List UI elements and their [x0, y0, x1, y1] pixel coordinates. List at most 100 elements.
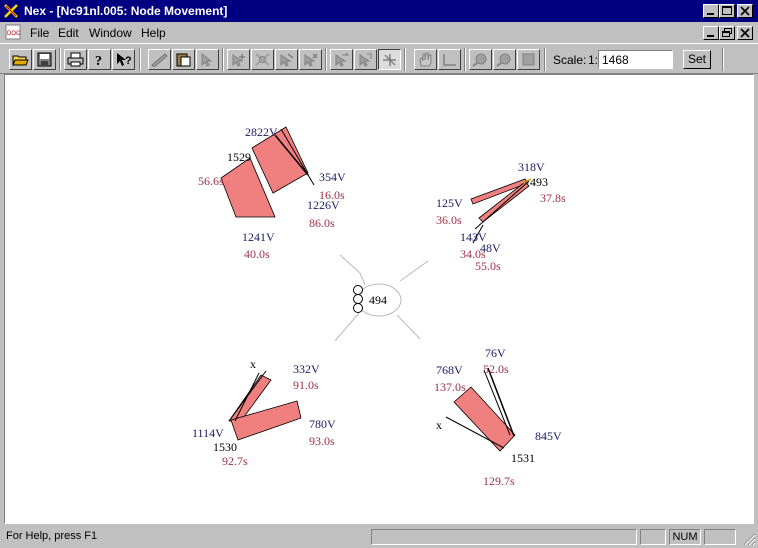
open-button[interactable]	[9, 49, 32, 70]
print-icon	[67, 52, 84, 67]
select-button[interactable]	[196, 49, 219, 70]
link-delete-button[interactable]	[299, 49, 322, 70]
num-lock-indicator: NUM	[669, 529, 701, 545]
time-label: 36.0s	[436, 213, 462, 227]
minimize-icon	[707, 13, 714, 15]
approach-link-southwest	[334, 312, 360, 342]
time-label: 86.0s	[309, 216, 335, 230]
pan-hand-button[interactable]	[414, 49, 437, 70]
node-group-1531[interactable]: 76V 52.0s 768V 137.0s x 845V 1531 129.7s	[434, 346, 562, 488]
link-add-button[interactable]	[275, 49, 298, 70]
resize-grip-icon[interactable]	[742, 532, 756, 546]
node-group-493[interactable]: 318V 493 37.8s 125V 36.0s 143V 48V 34.0s…	[436, 160, 566, 273]
svg-text:?: ?	[95, 54, 102, 67]
node-movement-icon	[383, 54, 396, 66]
scale-prefix: 1:	[588, 53, 599, 67]
movement-right-button[interactable]	[354, 49, 377, 70]
toolbar-separator	[59, 48, 61, 71]
node-group-1530[interactable]: x 332V 91.0s 780V 93.0s 1114V 1530 92.7s	[192, 357, 336, 468]
window-title: Nex - [Nc91nl.005: Node Movement]	[24, 4, 228, 18]
axis-icon	[443, 54, 456, 66]
child-restore-button[interactable]	[719, 26, 735, 40]
pan-hand-icon	[419, 52, 432, 67]
node-add-icon	[232, 54, 245, 67]
volume-label: 845V	[535, 429, 562, 443]
toolbar-separator	[464, 48, 466, 71]
menu-help[interactable]: Help	[141, 26, 166, 40]
help-button[interactable]: ?	[88, 49, 111, 70]
set-scale-button[interactable]: Set	[683, 50, 711, 69]
volume-label: 318V	[518, 160, 545, 174]
context-help-icon: ?	[117, 53, 132, 67]
status-pane	[640, 529, 666, 545]
node-label: 1529	[227, 150, 251, 164]
movement-left-button[interactable]	[330, 49, 353, 70]
volume-label: 780V	[309, 417, 336, 431]
close-button[interactable]	[737, 4, 753, 18]
toolbar-separator	[404, 48, 406, 71]
zoom-out-button[interactable]	[493, 49, 516, 70]
scale-label: Scale:	[553, 53, 587, 67]
ruler-button[interactable]	[148, 49, 171, 70]
node-group-1529[interactable]: 2822V 1529 56.6s 354V 16.0s 1226V 86.0s …	[198, 125, 346, 261]
toolbar-separator	[222, 48, 224, 71]
status-pane	[704, 529, 736, 545]
title-bar: Nex - [Nc91nl.005: Node Movement]	[0, 0, 758, 22]
child-close-button[interactable]	[737, 26, 753, 40]
approach-link-northeast	[399, 260, 429, 282]
svg-text:DOC: DOC	[7, 31, 21, 37]
save-icon	[37, 52, 52, 67]
node-label: 493	[530, 175, 548, 189]
time-label: 93.0s	[309, 434, 335, 448]
time-label: 91.0s	[293, 378, 319, 392]
signal-head-icon	[353, 294, 363, 304]
minimize-icon	[707, 35, 714, 37]
status-help-text: For Help, press F1	[6, 530, 98, 542]
volume-label: 332V	[293, 362, 320, 376]
toolbar-separator	[325, 48, 327, 71]
scale-input[interactable]	[598, 50, 673, 69]
child-minimize-button[interactable]	[703, 26, 719, 40]
signal-head-icon	[353, 303, 363, 313]
svg-text:?: ?	[125, 55, 132, 67]
movement-right-icon	[359, 53, 372, 67]
node-label: x	[250, 357, 256, 371]
axis-button[interactable]	[438, 49, 461, 70]
center-node[interactable]: 494	[353, 283, 402, 317]
node-add-button[interactable]	[227, 49, 250, 70]
node-movement-canvas[interactable]: 494 2822V 1529 56.6s 354V 16.0s 1226V 86…	[4, 74, 754, 524]
print-button[interactable]	[64, 49, 87, 70]
paste-button[interactable]	[172, 49, 195, 70]
volume-label: 1241V	[242, 230, 275, 244]
approach-link-northwest	[339, 254, 361, 274]
close-icon	[740, 6, 750, 16]
volume-label: 354V	[319, 170, 346, 184]
node-delete-button[interactable]	[251, 49, 274, 70]
zoom-fit-icon	[522, 53, 535, 66]
time-label: 40.0s	[244, 247, 270, 261]
menu-file[interactable]: File	[30, 26, 49, 40]
time-label: 52.0s	[483, 362, 509, 376]
menu-edit[interactable]: Edit	[58, 26, 79, 40]
context-help-button[interactable]: ?	[112, 49, 135, 70]
toolbar-separator	[139, 48, 141, 71]
zoom-fit-button[interactable]	[517, 49, 540, 70]
minimize-button[interactable]	[703, 4, 719, 18]
node-label: 1530	[213, 440, 237, 454]
flow-band-through	[453, 386, 516, 452]
maximize-button[interactable]	[719, 4, 735, 18]
time-label: 92.7s	[222, 454, 248, 468]
zoom-in-button[interactable]	[469, 49, 492, 70]
document-icon[interactable]: DOC	[5, 24, 21, 40]
app-icon[interactable]	[3, 3, 19, 19]
menu-window[interactable]: Window	[89, 26, 132, 40]
ruler-icon	[151, 53, 168, 67]
maximize-icon	[722, 6, 732, 15]
save-button[interactable]	[33, 49, 56, 70]
node-movement-button[interactable]	[378, 49, 401, 70]
signal-head-icon	[353, 285, 363, 295]
movement-left-icon	[335, 52, 350, 67]
volume-label: 768V	[436, 363, 463, 377]
link-add-icon	[280, 53, 294, 67]
time-label: 137.0s	[434, 380, 466, 394]
